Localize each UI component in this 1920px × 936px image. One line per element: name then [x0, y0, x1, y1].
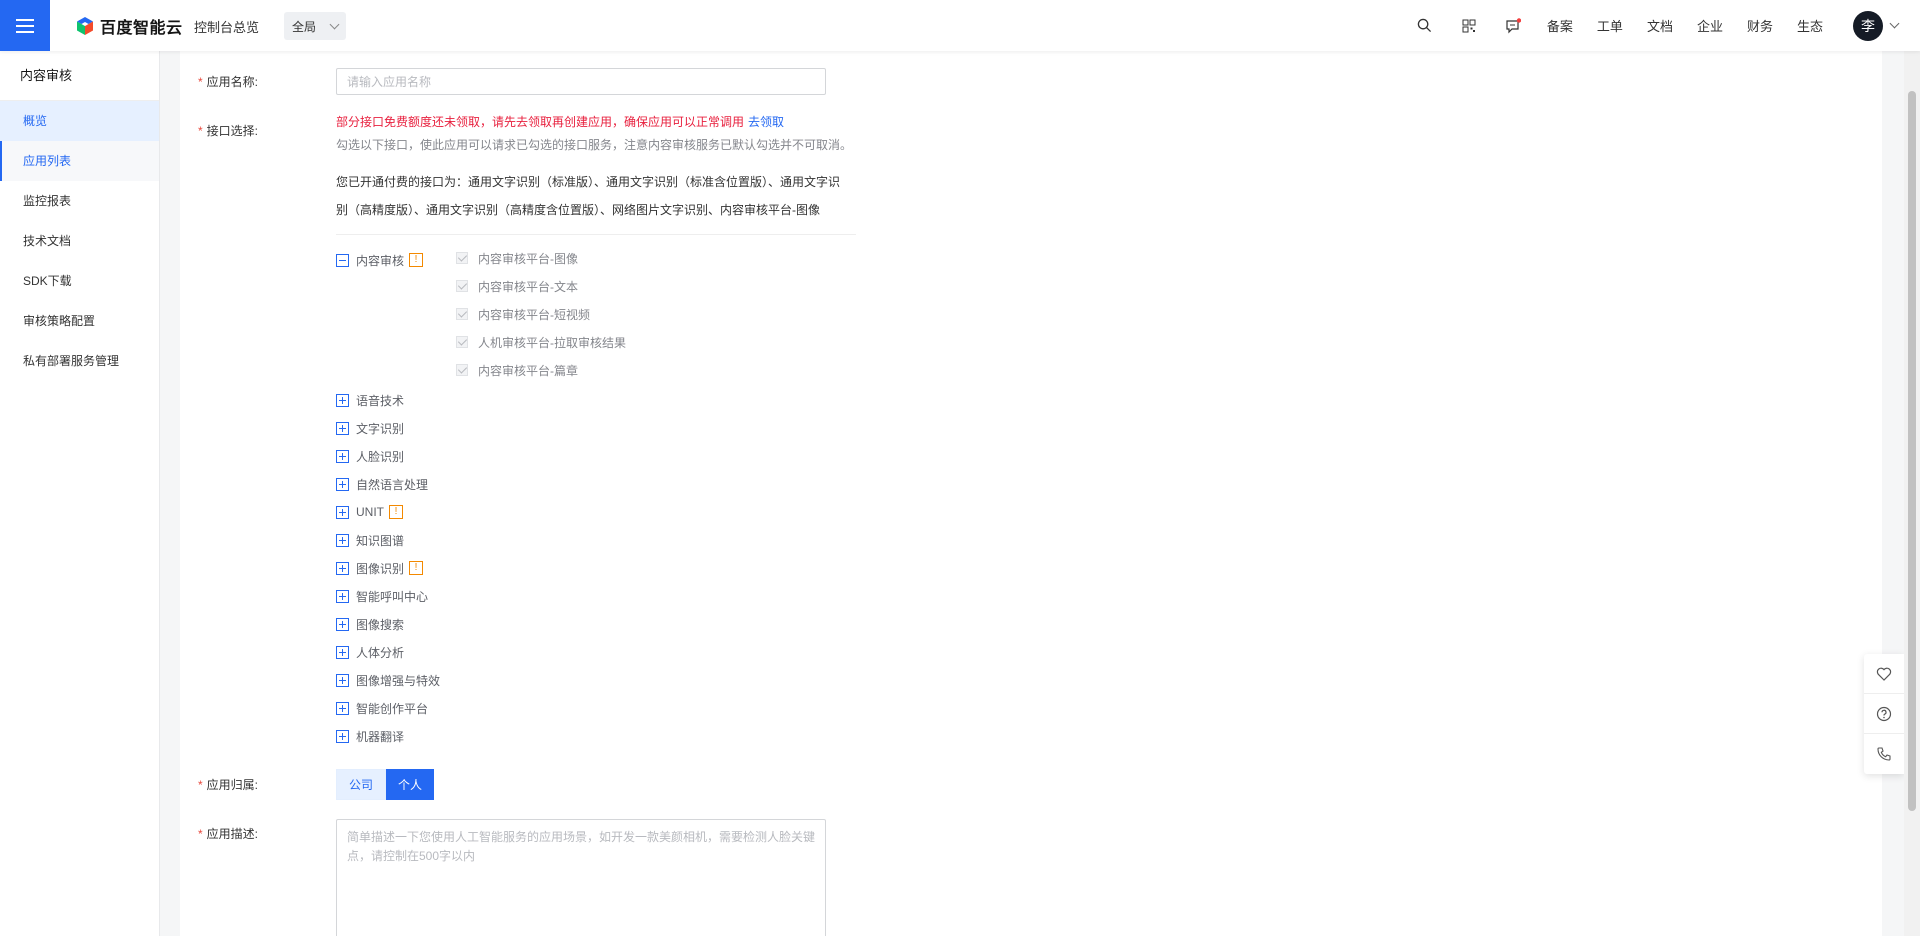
api-checkbox-item: 内容审核平台-短视频	[456, 305, 590, 323]
api-select-label: * 接口选择:	[198, 124, 259, 138]
api-group-creation-platform[interactable]: 智能创作平台	[336, 699, 428, 717]
warning-badge-icon: !	[409, 561, 424, 575]
chevron-down-icon	[329, 19, 340, 30]
api-group-image-enhance[interactable]: 图像增强与特效	[336, 671, 440, 689]
warning-badge-icon: !	[409, 253, 424, 267]
brand-name: 百度智能云	[100, 20, 183, 37]
expand-icon[interactable]	[336, 589, 349, 603]
api-group-face[interactable]: 人脸识别	[336, 447, 404, 465]
expand-icon[interactable]	[336, 421, 349, 435]
cube-logo-icon	[77, 17, 93, 35]
ownership-company-option[interactable]: 公司	[336, 769, 387, 800]
app-name-label: * 应用名称:	[198, 75, 259, 89]
sidebar-title: 内容审核	[0, 51, 159, 101]
console-overview-link[interactable]: 控制台总览	[194, 17, 259, 36]
api-group-image-search[interactable]: 图像搜索	[336, 615, 404, 633]
ownership-label: * 应用归属:	[198, 778, 259, 792]
region-select[interactable]: 全局	[284, 12, 346, 40]
sidebar-item-monitor[interactable]: 监控报表	[0, 181, 159, 221]
api-group-body-analysis[interactable]: 人体分析	[336, 643, 404, 661]
expand-icon[interactable]	[336, 701, 349, 715]
sidebar-item-app-list[interactable]: 应用列表	[0, 141, 159, 181]
api-group-content-audit[interactable]: 内容审核 !	[336, 251, 424, 269]
scrollbar-thumb[interactable]	[1908, 91, 1916, 811]
top-bar: 百度智能云 控制台总览 全局 备案 工单 文档 企业 财务 生态 李	[0, 0, 1920, 51]
checkbox-checked-disabled	[456, 336, 468, 348]
expand-icon[interactable]	[336, 533, 349, 547]
expand-icon[interactable]	[336, 561, 349, 575]
api-group-image-recognition[interactable]: 图像识别!	[336, 559, 424, 577]
api-select-hint: 勾选以下接口，使此应用可以请求已勾选的接口服务，注意内容审核服务已默认勾选并不可…	[336, 138, 853, 152]
sidebar-item-audit-policy[interactable]: 审核策略配置	[0, 301, 159, 341]
expand-icon[interactable]	[336, 505, 349, 519]
sidebar-item-overview[interactable]: 概览	[0, 101, 159, 141]
avatar[interactable]: 李	[1853, 10, 1883, 41]
api-group-knowledge-graph[interactable]: 知识图谱	[336, 531, 404, 549]
api-group-nlp[interactable]: 自然语言处理	[336, 475, 428, 493]
paid-apis-text: 您已开通付费的接口为：通用文字识别（标准版）、通用文字识别（标准含位置版）、通用…	[336, 168, 856, 235]
expand-icon[interactable]	[336, 729, 349, 743]
search-icon[interactable]	[1415, 16, 1435, 36]
api-checkbox-item: 内容审核平台-文本	[456, 277, 578, 295]
nav-link-enterprise[interactable]: 企业	[1697, 16, 1723, 35]
api-checkbox-item: 人机审核平台-拉取审核结果	[456, 333, 626, 351]
api-group-machine-translation[interactable]: 机器翻译	[336, 727, 404, 745]
favorite-icon[interactable]	[1864, 654, 1904, 694]
top-right-nav: 备案 工单 文档 企业 财务 生态 李	[1403, 0, 1920, 51]
region-select-value: 全局	[292, 19, 317, 34]
nav-link-ticket[interactable]: 工单	[1597, 16, 1623, 35]
nav-link-ecosystem[interactable]: 生态	[1797, 16, 1823, 35]
message-icon[interactable]	[1503, 16, 1523, 36]
checkbox-checked-disabled	[456, 364, 468, 376]
expand-icon[interactable]	[336, 617, 349, 631]
app-name-input[interactable]	[336, 68, 826, 95]
nav-link-docs[interactable]: 文档	[1647, 16, 1673, 35]
sidebar-item-tech-docs[interactable]: 技术文档	[0, 221, 159, 261]
qrcode-icon[interactable]	[1459, 16, 1479, 36]
ownership-personal-option[interactable]: 个人	[386, 769, 435, 800]
sidebar-item-private-deploy[interactable]: 私有部署服务管理	[0, 341, 159, 381]
warning-badge-icon: !	[389, 505, 403, 519]
api-group-ocr[interactable]: 文字识别	[336, 419, 404, 437]
sidebar-item-sdk-download[interactable]: SDK下载	[0, 261, 159, 301]
help-icon[interactable]	[1864, 694, 1904, 734]
nav-link-beian[interactable]: 备案	[1547, 16, 1573, 35]
api-checkbox-item: 内容审核平台-篇章	[456, 361, 578, 379]
expand-icon[interactable]	[336, 673, 349, 687]
api-group-call-center[interactable]: 智能呼叫中心	[336, 587, 428, 605]
api-group-speech[interactable]: 语音技术	[336, 391, 404, 409]
description-label: * 应用描述:	[198, 827, 259, 841]
brand-logo[interactable]: 百度智能云	[75, 14, 183, 38]
checkbox-checked-disabled	[456, 280, 468, 292]
expand-icon[interactable]	[336, 477, 349, 491]
checkbox-checked-disabled	[456, 308, 468, 320]
quota-warning: 部分接口免费额度还未领取，请先去领取再创建应用，确保应用可以正常调用 去领取	[336, 115, 785, 129]
expand-icon[interactable]	[336, 449, 349, 463]
floating-help-panel	[1864, 654, 1904, 774]
ownership-toggle: 公司 个人	[336, 769, 435, 800]
sidebar: 内容审核 概览 应用列表 监控报表 技术文档 SDK下载 审核策略配置 私有部署…	[0, 51, 160, 936]
create-app-form: *应用名称: *接口选择: 部分接口免费额度还未领取，请先去领取再创建应用，确保…	[180, 51, 1882, 936]
nav-link-finance[interactable]: 财务	[1747, 16, 1773, 35]
expand-icon[interactable]	[336, 645, 349, 659]
chevron-down-icon[interactable]	[1889, 18, 1900, 29]
expand-icon[interactable]	[336, 393, 349, 407]
checkbox-checked-disabled	[456, 252, 468, 264]
page-scrollbar[interactable]	[1904, 51, 1920, 936]
api-checkbox-item: 内容审核平台-图像	[456, 249, 578, 267]
menu-icon[interactable]	[0, 0, 50, 51]
api-group-unit[interactable]: UNIT!	[336, 503, 403, 521]
collapse-icon[interactable]	[336, 253, 349, 267]
claim-quota-link[interactable]: 去领取	[748, 115, 784, 129]
description-textarea[interactable]	[336, 819, 826, 936]
phone-icon[interactable]	[1864, 734, 1904, 774]
